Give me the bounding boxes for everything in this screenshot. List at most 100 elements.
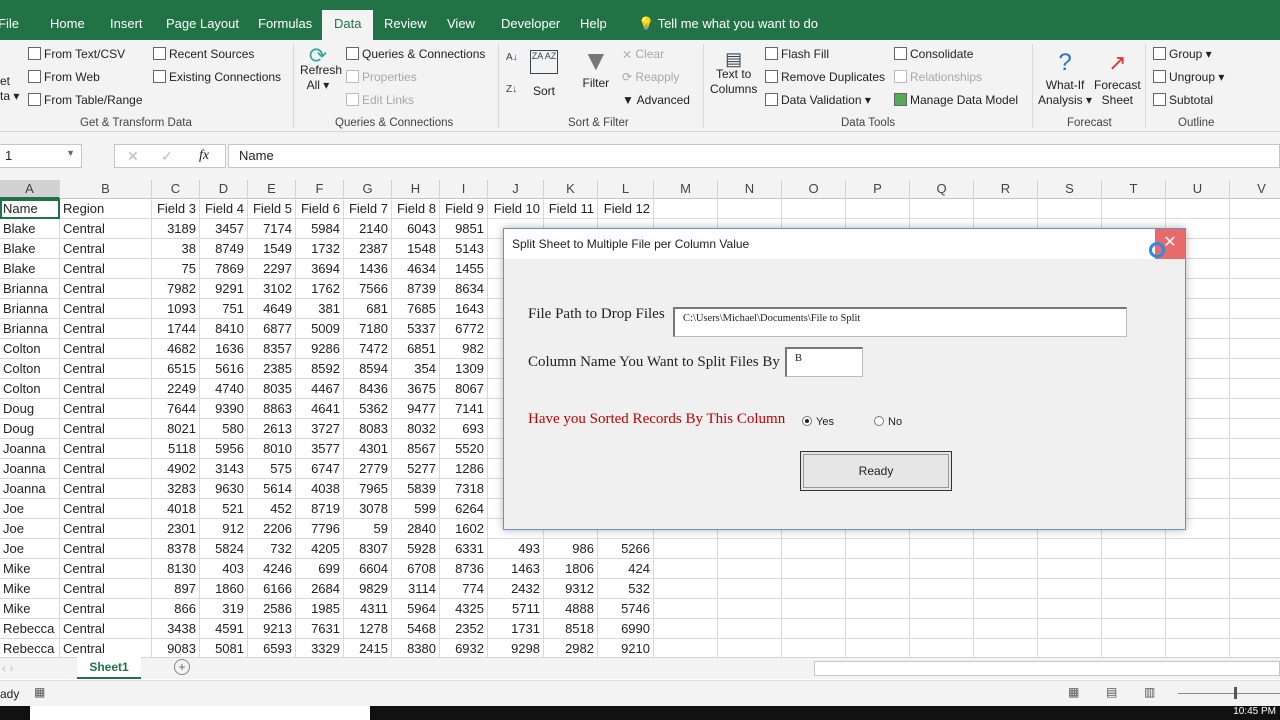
tab-home[interactable]: Home [44, 10, 91, 40]
cell-G20[interactable]: 9829 [344, 579, 392, 599]
column-header-B[interactable]: B [60, 180, 152, 199]
cell-V17[interactable] [1230, 519, 1280, 539]
cell-B5[interactable]: Central [60, 279, 152, 299]
cell-G9[interactable]: 8594 [344, 359, 392, 379]
cell-D2[interactable]: 3457 [200, 219, 248, 239]
cell-J22[interactable]: 1731 [488, 619, 544, 639]
cell-G7[interactable]: 7180 [344, 319, 392, 339]
page-layout-view-icon[interactable]: ▤ [1106, 685, 1117, 699]
cell-B18[interactable]: Central [60, 539, 152, 559]
cell-A12[interactable]: Doug [0, 419, 60, 439]
cell-R22[interactable] [974, 619, 1038, 639]
cell-D10[interactable]: 4740 [200, 379, 248, 399]
cell-I6[interactable]: 1643 [440, 299, 488, 319]
cell-J18[interactable]: 493 [488, 539, 544, 559]
tab-insert[interactable]: Insert [104, 10, 149, 40]
cell-J20[interactable]: 2432 [488, 579, 544, 599]
cell-D17[interactable]: 912 [200, 519, 248, 539]
cell-V20[interactable] [1230, 579, 1280, 599]
cell-I17[interactable]: 1602 [440, 519, 488, 539]
cell-H11[interactable]: 9477 [392, 399, 440, 419]
horizontal-scrollbar[interactable] [814, 661, 1280, 676]
cell-V14[interactable] [1230, 459, 1280, 479]
sort-button[interactable]: ZA AZ Sort [530, 50, 558, 98]
cell-F9[interactable]: 8592 [296, 359, 344, 379]
cell-C21[interactable]: 866 [152, 599, 200, 619]
cell-V1[interactable] [1230, 199, 1280, 219]
cell-L18[interactable]: 5266 [598, 539, 654, 559]
cell-Q20[interactable] [910, 579, 974, 599]
cell-E16[interactable]: 452 [248, 499, 296, 519]
cell-C7[interactable]: 1744 [152, 319, 200, 339]
cell-G5[interactable]: 7566 [344, 279, 392, 299]
add-sheet-icon[interactable]: + [174, 659, 190, 675]
zoom-slider[interactable] [1178, 693, 1280, 694]
cell-E7[interactable]: 6877 [248, 319, 296, 339]
cell-O22[interactable] [782, 619, 846, 639]
cell-H14[interactable]: 5277 [392, 459, 440, 479]
cell-H4[interactable]: 4634 [392, 259, 440, 279]
cell-D5[interactable]: 9291 [200, 279, 248, 299]
cell-A17[interactable]: Joe [0, 519, 60, 539]
cell-L23[interactable]: 9210 [598, 639, 654, 659]
column-header-S[interactable]: S [1038, 180, 1102, 199]
cell-F20[interactable]: 2684 [296, 579, 344, 599]
cell-T18[interactable] [1102, 539, 1166, 559]
cell-D13[interactable]: 5956 [200, 439, 248, 459]
cell-C4[interactable]: 75 [152, 259, 200, 279]
cell-D3[interactable]: 8749 [200, 239, 248, 259]
cell-R19[interactable] [974, 559, 1038, 579]
cell-C1[interactable]: Field 3 [152, 199, 200, 219]
cell-V6[interactable] [1230, 299, 1280, 319]
cell-C11[interactable]: 7644 [152, 399, 200, 419]
cell-D12[interactable]: 580 [200, 419, 248, 439]
cell-H15[interactable]: 5839 [392, 479, 440, 499]
page-break-view-icon[interactable]: ▥ [1144, 685, 1155, 699]
cell-M23[interactable] [654, 639, 718, 659]
edit-links-button[interactable]: Edit Links [346, 93, 414, 107]
cell-P20[interactable] [846, 579, 910, 599]
cell-N21[interactable] [718, 599, 782, 619]
cell-E20[interactable]: 6166 [248, 579, 296, 599]
cell-D6[interactable]: 751 [200, 299, 248, 319]
cell-I18[interactable]: 6331 [440, 539, 488, 559]
cell-F14[interactable]: 6747 [296, 459, 344, 479]
cancel-icon[interactable]: ✕ [127, 148, 139, 165]
cell-I5[interactable]: 8634 [440, 279, 488, 299]
column-header-T[interactable]: T [1102, 180, 1166, 199]
cell-A11[interactable]: Doug [0, 399, 60, 419]
name-box[interactable]: 1 ▼ [0, 144, 82, 168]
cell-F17[interactable]: 7796 [296, 519, 344, 539]
cell-E12[interactable]: 2613 [248, 419, 296, 439]
cell-V18[interactable] [1230, 539, 1280, 559]
cell-B6[interactable]: Central [60, 299, 152, 319]
cell-L1[interactable]: Field 12 [598, 199, 654, 219]
cell-C9[interactable]: 6515 [152, 359, 200, 379]
cell-F6[interactable]: 381 [296, 299, 344, 319]
cell-S22[interactable] [1038, 619, 1102, 639]
cell-A6[interactable]: Brianna [0, 299, 60, 319]
cell-V4[interactable] [1230, 259, 1280, 279]
column-header-H[interactable]: H [392, 180, 440, 199]
cell-P19[interactable] [846, 559, 910, 579]
cell-V11[interactable] [1230, 399, 1280, 419]
macro-record-icon[interactable]: ▦ [34, 685, 45, 699]
consolidate-button[interactable]: Consolidate [894, 47, 973, 61]
cell-H13[interactable]: 8567 [392, 439, 440, 459]
cell-Q21[interactable] [910, 599, 974, 619]
cell-B14[interactable]: Central [60, 459, 152, 479]
dialog-title-bar[interactable]: Split Sheet to Multiple File per Column … [504, 229, 1185, 259]
cell-A7[interactable]: Brianna [0, 319, 60, 339]
column-header-A[interactable]: A [0, 180, 60, 199]
ready-button[interactable]: Ready [800, 451, 952, 491]
cell-J21[interactable]: 5711 [488, 599, 544, 619]
cell-C16[interactable]: 4018 [152, 499, 200, 519]
cell-K22[interactable]: 8518 [544, 619, 598, 639]
tab-view[interactable]: View [441, 10, 481, 40]
cell-C10[interactable]: 2249 [152, 379, 200, 399]
cell-N18[interactable] [718, 539, 782, 559]
cell-B4[interactable]: Central [60, 259, 152, 279]
cell-F21[interactable]: 1985 [296, 599, 344, 619]
cell-V7[interactable] [1230, 319, 1280, 339]
cell-O18[interactable] [782, 539, 846, 559]
